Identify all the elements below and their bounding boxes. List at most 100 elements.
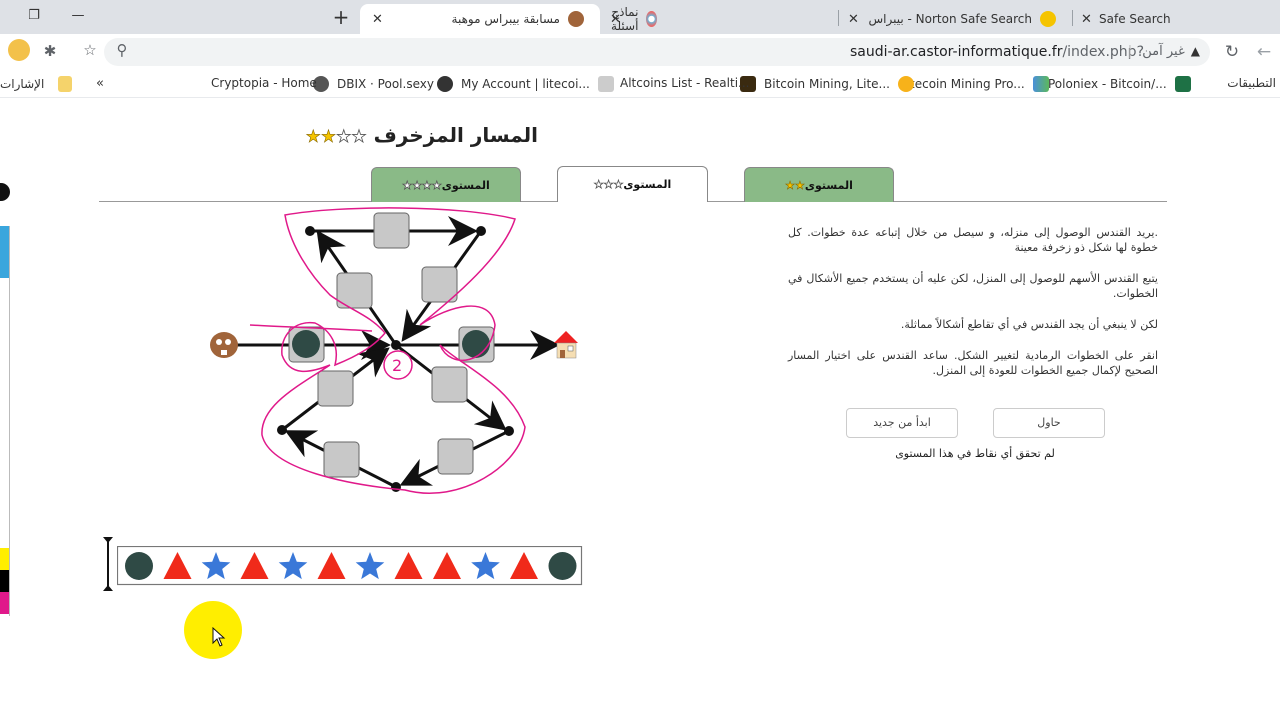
description-paragraph: يتبع القندس الأسهم للوصول إلى المنزل، لك… xyxy=(788,272,1158,300)
bookmark-litecoin-mining[interactable]: Litecoin Mining Pro... xyxy=(900,76,1049,92)
pen-tool-icon[interactable] xyxy=(0,226,9,278)
eraser-tool-icon[interactable] xyxy=(0,316,9,336)
junction-node xyxy=(391,340,401,350)
star-empty-icon: ★ xyxy=(336,127,352,148)
coins-icon xyxy=(597,76,614,92)
page-content: المسار المزخرف ★★★★ المستوى ★ ★ المستوى ★… xyxy=(0,99,1280,720)
junction-node xyxy=(476,226,486,236)
step-box-bottom-right[interactable] xyxy=(437,438,474,475)
star-filled-icon: ★ xyxy=(785,178,796,192)
junction-node xyxy=(391,482,401,492)
bitcoin-icon xyxy=(898,76,914,92)
color-black[interactable] xyxy=(0,570,9,592)
step-box-lower-right[interactable] xyxy=(431,366,468,403)
close-icon[interactable]: ✕ xyxy=(848,12,859,27)
junction-node xyxy=(504,426,514,436)
sequence-shape-circle xyxy=(125,552,153,580)
color-yellow[interactable] xyxy=(0,548,9,570)
tab-separator xyxy=(1072,10,1073,26)
step-box-top[interactable] xyxy=(373,212,410,249)
close-icon[interactable]: ✕ xyxy=(1081,12,1092,27)
tab-title: Norton Safe Search - بيبراس xyxy=(868,12,1033,26)
profile-avatar[interactable] xyxy=(8,39,30,61)
annotation-number: 2 xyxy=(392,356,402,375)
step-box-upper-right[interactable] xyxy=(421,266,458,303)
close-icon[interactable]: ✕ xyxy=(610,12,621,27)
star-empty-icon: ★ xyxy=(422,178,433,192)
chart-icon xyxy=(1032,76,1049,92)
resize-handle[interactable] xyxy=(103,537,113,593)
star-empty-icon: ★ xyxy=(603,178,614,192)
description-paragraph: لكن لا ينبغي أن يجد القندس في أي تقاطع أ… xyxy=(900,318,1158,331)
star-empty-icon: ★ xyxy=(412,178,423,192)
tab-norton-search[interactable]: Norton Safe Search - بيبراس ✕ xyxy=(840,4,1070,34)
tab-title: Safe Search xyxy=(1099,12,1171,26)
star-filled-icon: ★ xyxy=(795,178,805,192)
highlighter-tool-icon[interactable] xyxy=(0,286,9,306)
junction-node xyxy=(277,425,287,435)
tab-level-4-stars[interactable]: المستوى ★ ★ ★ ★ xyxy=(371,167,521,202)
try-button[interactable]: حاول xyxy=(993,408,1105,438)
address-bar[interactable]: ☆ ⚲ saudi-ar.castor-informatique.fr/inde… xyxy=(83,38,1210,66)
shape-sequence-strip xyxy=(117,546,583,586)
bookmark-dbix[interactable]: DBIX · Pool.sexy xyxy=(313,76,434,92)
back-arrow-icon[interactable]: ← xyxy=(1254,42,1274,62)
dark-circle-shape xyxy=(292,330,320,358)
tab-level-3-stars[interactable]: المستوى ★ ★ ★ xyxy=(557,166,708,202)
beaver-icon xyxy=(210,332,238,358)
minimize-window-button[interactable]: — xyxy=(68,6,88,26)
tab-separator xyxy=(838,10,839,26)
color-magenta[interactable] xyxy=(0,592,9,614)
restore-window-button[interactable]: ❐ xyxy=(24,6,44,26)
score-status: لم تحقق أي نقاط في هذا المستوى xyxy=(895,447,1055,460)
bookmark-bitcoin-mining[interactable]: Bitcoin Mining, Lite... xyxy=(740,76,914,92)
trash-icon[interactable] xyxy=(0,436,9,456)
task-title: المسار المزخرف ★★★★ xyxy=(305,123,538,148)
beaver-icon xyxy=(568,11,584,27)
dark-circle-shape xyxy=(462,330,490,358)
globe-icon xyxy=(437,76,453,92)
reload-icon[interactable]: ↻ xyxy=(1222,42,1242,62)
shape-tool-icon[interactable] xyxy=(0,406,9,426)
tab-level-2-stars[interactable]: المستوى ★ ★ xyxy=(744,167,894,202)
zoom-icon[interactable]: ⚲ xyxy=(112,41,132,59)
mouse-cursor-icon xyxy=(212,627,226,647)
path-diagram: 2 xyxy=(210,207,578,494)
star-empty-icon: ★ xyxy=(593,178,604,192)
excel-icon xyxy=(1174,76,1191,92)
tab-safe-search[interactable]: ✕ Safe Search xyxy=(1075,4,1195,34)
star-filled-icon: ★ xyxy=(305,127,321,148)
bookmark-altcoins[interactable]: Altcoins List - Realti... xyxy=(620,76,749,90)
task-description: .يريد القندس الوصول إلى منزله، و سيصل من… xyxy=(788,225,1158,394)
restart-button[interactable]: ابدأ من جديد xyxy=(846,408,958,438)
step-box-bottom-left[interactable] xyxy=(323,441,360,478)
bookmark-apps[interactable]: التطبيقات xyxy=(1227,76,1276,90)
warning-icon: ▲ xyxy=(1190,44,1200,58)
star-empty-icon: ★ xyxy=(613,178,624,192)
star-empty-icon: ★ xyxy=(402,178,413,192)
browser-toolbar: ✱ ☆ ⚲ saudi-ar.castor-informatique.fr/in… xyxy=(0,34,1280,70)
close-icon[interactable]: ✕ xyxy=(372,12,383,27)
step-box-lower-left[interactable] xyxy=(317,370,354,407)
star-empty-icon: ★ xyxy=(431,178,443,192)
bookmark-cryptopia[interactable]: Cryptopia - Home xyxy=(211,76,317,90)
tab-question-samples[interactable]: نماذج أسئلة ✕ xyxy=(600,4,835,34)
house-icon xyxy=(554,331,578,359)
bookmark-star-icon[interactable]: ☆ xyxy=(80,41,100,59)
tab-title: مسابقة بيبراس موهبة xyxy=(451,12,560,26)
drawing-toolbar xyxy=(0,226,10,616)
bookmark-poloniex[interactable]: Poloniex - Bitcoin/... xyxy=(1048,76,1191,92)
tab-active[interactable]: مسابقة بيبراس موهبة ✕ xyxy=(360,4,600,34)
tab-strip: ❐ — + مسابقة بيبراس موهبة ✕ نماذج أسئلة … xyxy=(0,0,1280,34)
extensions-icon[interactable]: ✱ xyxy=(40,42,60,60)
url-text[interactable]: saudi-ar.castor-informatique.fr/index.ph… xyxy=(850,44,1144,60)
bookmark-my-account[interactable]: My Account | litecoi... xyxy=(437,76,614,92)
new-tab-button[interactable]: + xyxy=(331,5,351,29)
security-indicator[interactable]: ▲غير آمن | xyxy=(1128,44,1200,59)
bookmarks-overflow-button[interactable]: « xyxy=(96,76,104,91)
bookmarks-bar: التطبيقات Poloniex - Bitcoin/... Litecoi… xyxy=(0,70,1280,98)
difficulty-stars: ★★★★ xyxy=(305,123,367,148)
globe-swirl-icon xyxy=(646,11,657,27)
other-bookmarks[interactable]: الإشارات الأ xyxy=(0,76,73,92)
drawing-tool-handle[interactable] xyxy=(0,183,10,201)
